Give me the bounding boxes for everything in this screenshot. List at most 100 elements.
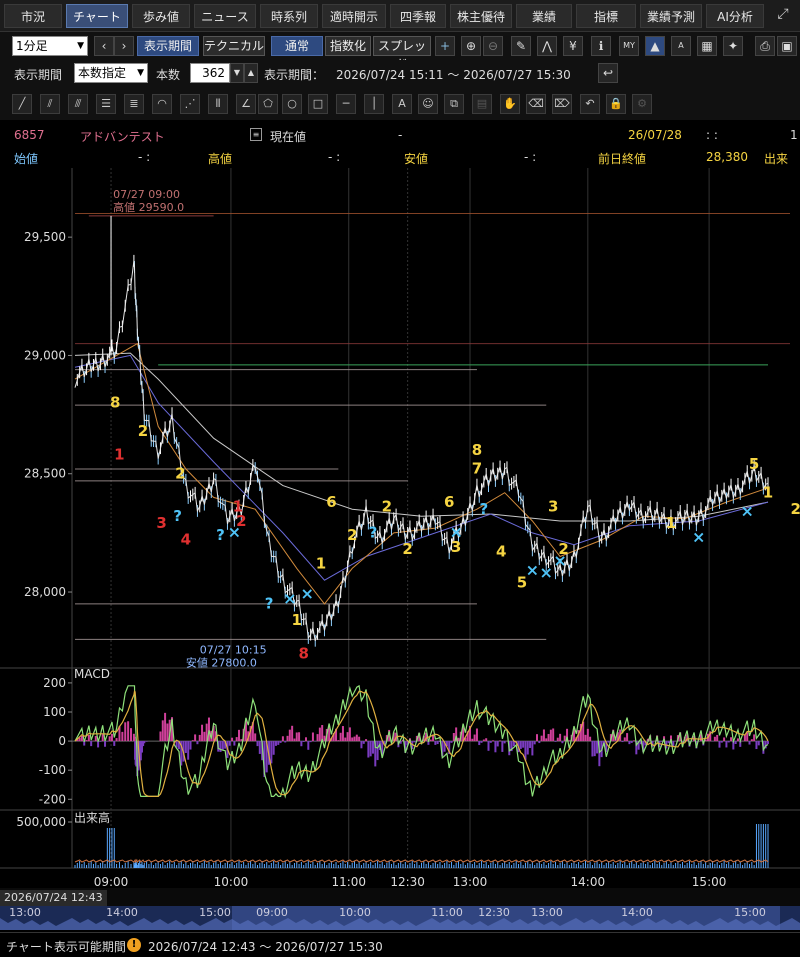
signal-marker: 2	[402, 540, 412, 558]
cross-marker: ×	[526, 560, 539, 579]
vline-icon[interactable]: │	[364, 94, 384, 114]
signal-marker: ?	[369, 524, 378, 542]
horizontal-lines-icon[interactable]: ☰	[96, 94, 116, 114]
display-period-button[interactable]: 表示期間	[137, 36, 199, 56]
count-input[interactable]: 362	[190, 63, 230, 83]
print-icon[interactable]: ⎙	[755, 36, 775, 56]
macd-tick-label: 200	[43, 676, 66, 690]
tab-tick[interactable]: 歩み値	[132, 4, 190, 28]
wrench-icon[interactable]: ✦	[723, 36, 743, 56]
mode-index-button[interactable]: 指数化	[325, 36, 371, 56]
tab-disclosure[interactable]: 適時開示	[322, 4, 386, 28]
navigator-tick-label: 14:00	[106, 906, 138, 919]
emoji-icon[interactable]: ☺	[418, 94, 438, 114]
count-down-icon[interactable]: ▼	[230, 63, 244, 83]
expand-icon[interactable]: ⤢	[772, 6, 794, 26]
tab-forecast[interactable]: 業績予測	[640, 4, 702, 28]
tab-timeseries[interactable]: 時系列	[260, 4, 318, 28]
technical-button[interactable]: テクニカル	[203, 36, 265, 56]
hand-icon[interactable]: ✋	[500, 94, 520, 114]
tab-benefits[interactable]: 株主優待	[450, 4, 512, 28]
period-navigator[interactable]: 2026/07/24 12:43 13:00 14:00 15:00 09:00 10:…	[0, 888, 800, 930]
time-tick-label: 11:00	[331, 875, 366, 888]
signal-marker: 4	[181, 531, 191, 549]
count-up-icon[interactable]: ▲	[244, 63, 258, 83]
low-label: 安値	[404, 152, 429, 166]
return-icon[interactable]: ↩	[598, 63, 618, 83]
circle-icon[interactable]: ○	[282, 94, 302, 114]
tab-ai[interactable]: AI分析	[706, 4, 764, 28]
tab-earnings[interactable]: 業績	[516, 4, 572, 28]
indicator-icon[interactable]: ▦	[697, 36, 717, 56]
zoom-in-icon[interactable]: ⊕	[461, 36, 481, 56]
stock-info-row: 6857 アドバンテスト ≡ 現在値 - 26/07/28 : : 1	[0, 124, 800, 146]
zoom-out-icon[interactable]: ⊖	[483, 36, 503, 56]
trendline-icon[interactable]: ╱	[12, 94, 32, 114]
status-label: チャート表示可能期間	[6, 940, 126, 954]
signal-marker: 2	[138, 422, 148, 440]
save-icon[interactable]: ▣	[777, 36, 797, 56]
area-chart-icon[interactable]: ▲	[645, 36, 665, 56]
navigator-tick-label: 12:30	[478, 906, 510, 919]
next-arrow-icon[interactable]: ›	[114, 36, 134, 56]
info-icon[interactable]: ℹ	[591, 36, 611, 56]
signal-marker: 5	[749, 455, 759, 473]
lock-icon[interactable]: 🔒	[606, 94, 626, 114]
prev-close-label: 前日終値	[598, 152, 647, 166]
status-range: 2026/07/24 12:43 ～ 2026/07/27 15:30	[148, 940, 383, 954]
settings-icon[interactable]: ⚙	[632, 94, 652, 114]
auto-icon[interactable]: A	[671, 36, 691, 56]
my-chart-icon[interactable]: MY	[619, 36, 639, 56]
crosshair-icon[interactable]: +	[435, 36, 455, 56]
tab-news[interactable]: ニュース	[194, 4, 256, 28]
copy-icon[interactable]: ⧉	[444, 94, 464, 114]
quote-time: : :	[706, 128, 718, 142]
tab-market[interactable]: 市況	[4, 4, 62, 28]
signal-marker: 6	[444, 493, 454, 511]
high-time-label: 07/27 09:00	[113, 188, 180, 201]
cross-marker: ×	[228, 523, 241, 542]
arc-icon[interactable]: ◠	[152, 94, 172, 114]
rectangle-icon[interactable]: □	[308, 94, 328, 114]
interval-select[interactable]: 1分足 ▼	[12, 36, 88, 56]
tab-indicators[interactable]: 指標	[576, 4, 636, 28]
yen-icon[interactable]: ¥	[563, 36, 583, 56]
period-bar: 表示期間 本数指定 ▼ 本数 362 ▼ ▲ 表示期間： 2026/07/24 1…	[0, 60, 800, 88]
mode-normal-button[interactable]: 通常	[271, 36, 323, 56]
period-mode-select[interactable]: 本数指定 ▼	[74, 63, 148, 83]
gann-icon[interactable]: ∠	[236, 94, 256, 114]
pentagon-icon[interactable]: ⬠	[258, 94, 278, 114]
signal-marker: 8	[472, 441, 482, 459]
signal-marker: ?	[480, 500, 489, 518]
macd-tick-label: 100	[43, 705, 66, 719]
list-icon[interactable]: ≡	[250, 128, 262, 141]
vertical-lines-icon[interactable]: ⦀	[208, 94, 228, 114]
pen-icon[interactable]: ✎	[511, 36, 531, 56]
quote-trail: 1	[790, 128, 798, 142]
price-chart[interactable]: 29,50029,00028,50028,000 82123 ?4 ?12?8116…	[0, 168, 800, 888]
undo-icon[interactable]: ↶	[580, 94, 600, 114]
erase-all-icon[interactable]: ⌦	[552, 94, 572, 114]
mode-spread-button[interactable]: スプレッド	[373, 36, 431, 71]
ohlc-row: 始値 - : 高値 - : 安値 - : 前日終値 28,380 出来	[0, 146, 800, 168]
fibonacci-icon[interactable]: ≣	[124, 94, 144, 114]
signal-marker: 1	[763, 483, 773, 501]
signal-marker: 1	[114, 446, 124, 464]
low-value-label: 安値 27800.0	[186, 655, 257, 669]
parallel-lines-icon[interactable]: ⫻	[68, 94, 88, 114]
cross-marker: ×	[692, 527, 705, 546]
paste-icon[interactable]: ▤	[472, 94, 492, 114]
tab-shikiho[interactable]: 四季報	[390, 4, 446, 28]
fan-icon[interactable]: ⋰	[180, 94, 200, 114]
eraser-icon[interactable]: ⌫	[526, 94, 546, 114]
cross-marker: ×	[300, 584, 313, 603]
navigator-strip[interactable]: 13:00 14:00 15:00 09:00 10:00 11:00 12:30 13:00…	[0, 906, 800, 930]
navigator-tick-label: 11:00	[431, 906, 463, 919]
text-icon[interactable]: A	[392, 94, 412, 114]
hline-icon[interactable]: ─	[336, 94, 356, 114]
line-chart-icon[interactable]: ⋀	[537, 36, 557, 56]
signal-marker: 2	[382, 498, 392, 516]
channel-icon[interactable]: ⫽	[40, 94, 60, 114]
tab-chart[interactable]: チャート	[66, 4, 128, 28]
prev-arrow-icon[interactable]: ‹	[94, 36, 114, 56]
